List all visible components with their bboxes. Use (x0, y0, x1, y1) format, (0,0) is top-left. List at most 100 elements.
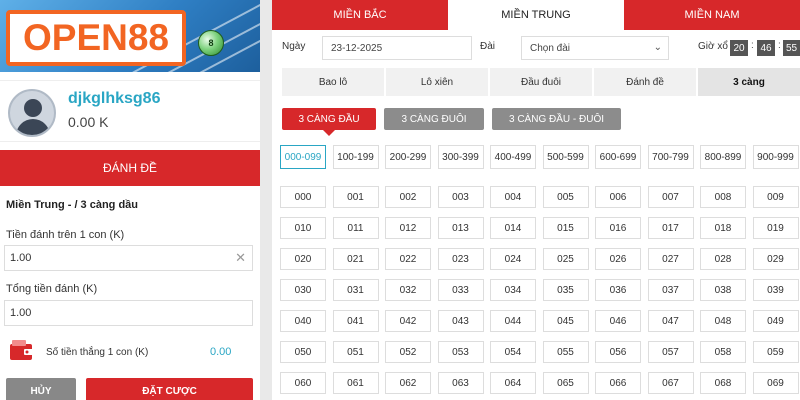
number-cell[interactable]: 006 (595, 186, 641, 208)
number-cell[interactable]: 042 (385, 310, 431, 332)
number-cell[interactable]: 025 (542, 248, 589, 270)
number-cell[interactable]: 007 (647, 186, 694, 208)
range-tab[interactable]: 900-999 (752, 145, 799, 169)
number-cell[interactable]: 051 (332, 341, 379, 363)
number-cell[interactable]: 063 (437, 372, 484, 394)
range-tab[interactable]: 500-599 (542, 145, 589, 169)
number-cell[interactable]: 030 (280, 279, 326, 301)
number-cell[interactable]: 027 (647, 248, 694, 270)
number-cell[interactable]: 039 (752, 279, 799, 301)
number-cell[interactable]: 046 (595, 310, 641, 332)
number-cell[interactable]: 058 (700, 341, 746, 363)
stake-value: 1.00 (10, 252, 32, 264)
tab-3-cang-dau-duoi[interactable]: 3 CÀNG ĐẦU - ĐUÔI (492, 108, 621, 130)
number-cell[interactable]: 012 (385, 217, 431, 239)
number-cell[interactable]: 069 (752, 372, 799, 394)
number-cell[interactable]: 060 (280, 372, 326, 394)
brand-logo[interactable]: OPEN88 (6, 10, 186, 66)
number-cell[interactable]: 056 (595, 341, 641, 363)
number-cell[interactable]: 068 (700, 372, 746, 394)
number-cell[interactable]: 028 (700, 248, 746, 270)
date-field[interactable]: 23-12-2025 (322, 36, 472, 60)
number-cell[interactable]: 061 (332, 372, 379, 394)
tab-3-cang[interactable]: 3 càng (698, 68, 800, 96)
tab-bao-lo[interactable]: Bao lô (282, 68, 384, 96)
tab-danh-de[interactable]: Đánh đề (594, 68, 696, 96)
number-cell[interactable]: 011 (332, 217, 379, 239)
range-tab[interactable]: 000-099 (280, 145, 326, 169)
range-tab[interactable]: 800-899 (700, 145, 746, 169)
range-tab[interactable]: 100-199 (332, 145, 379, 169)
range-tab[interactable]: 700-799 (647, 145, 694, 169)
range-tab[interactable]: 400-499 (490, 145, 536, 169)
tab-mien-nam[interactable]: MIỀN NAM (624, 0, 800, 30)
range-tab[interactable]: 300-399 (437, 145, 484, 169)
number-cell[interactable]: 002 (385, 186, 431, 208)
tab-mien-bac[interactable]: MIỀN BẮC (272, 0, 448, 30)
number-cell[interactable]: 041 (332, 310, 379, 332)
number-cell[interactable]: 008 (700, 186, 746, 208)
number-cell[interactable]: 053 (437, 341, 484, 363)
range-tab[interactable]: 200-299 (385, 145, 431, 169)
number-cell[interactable]: 019 (752, 217, 799, 239)
number-cell[interactable]: 052 (385, 341, 431, 363)
number-cell[interactable]: 040 (280, 310, 326, 332)
number-cell[interactable]: 057 (647, 341, 694, 363)
total-input[interactable]: 1.00 (4, 300, 253, 326)
number-cell[interactable]: 004 (490, 186, 536, 208)
number-cell[interactable]: 013 (437, 217, 484, 239)
number-cell[interactable]: 047 (647, 310, 694, 332)
number-cell[interactable]: 031 (332, 279, 379, 301)
number-cell[interactable]: 017 (647, 217, 694, 239)
number-cell[interactable]: 037 (647, 279, 694, 301)
number-cell[interactable]: 005 (542, 186, 589, 208)
number-cell[interactable]: 048 (700, 310, 746, 332)
number-cell[interactable]: 067 (647, 372, 694, 394)
number-cell[interactable]: 036 (595, 279, 641, 301)
number-cell[interactable]: 049 (752, 310, 799, 332)
tab-lo-xien[interactable]: Lô xiên (386, 68, 488, 96)
number-cell[interactable]: 018 (700, 217, 746, 239)
tab-3-cang-duoi[interactable]: 3 CÀNG ĐUÔI (384, 108, 484, 130)
number-cell[interactable]: 014 (490, 217, 536, 239)
cancel-button[interactable]: HỦY (6, 378, 76, 400)
range-tab[interactable]: 600-699 (595, 145, 641, 169)
number-cell[interactable]: 062 (385, 372, 431, 394)
number-cell[interactable]: 050 (280, 341, 326, 363)
number-cell[interactable]: 023 (437, 248, 484, 270)
station-select[interactable]: Chọn đài ⌄ (521, 36, 669, 60)
number-cell[interactable]: 038 (700, 279, 746, 301)
number-cell[interactable]: 035 (542, 279, 589, 301)
number-cell[interactable]: 015 (542, 217, 589, 239)
number-cell[interactable]: 024 (490, 248, 536, 270)
place-bet-button[interactable]: ĐẶT CƯỢC (86, 378, 253, 400)
number-cell[interactable]: 055 (542, 341, 589, 363)
number-cell[interactable]: 003 (437, 186, 484, 208)
number-cell[interactable]: 032 (385, 279, 431, 301)
number-cell[interactable]: 065 (542, 372, 589, 394)
tab-mien-trung[interactable]: MIỀN TRUNG (448, 0, 624, 30)
number-cell[interactable]: 045 (542, 310, 589, 332)
number-cell[interactable]: 066 (595, 372, 641, 394)
number-cell[interactable]: 044 (490, 310, 536, 332)
number-cell[interactable]: 009 (752, 186, 799, 208)
number-cell[interactable]: 021 (332, 248, 379, 270)
number-cell[interactable]: 034 (490, 279, 536, 301)
number-cell[interactable]: 033 (437, 279, 484, 301)
number-cell[interactable]: 010 (280, 217, 326, 239)
tab-3-cang-dau[interactable]: 3 CÀNG ĐẦU (282, 108, 376, 130)
number-cell[interactable]: 000 (280, 186, 326, 208)
number-cell[interactable]: 026 (595, 248, 641, 270)
stake-input[interactable]: 1.00 ✕ (4, 245, 253, 271)
number-cell[interactable]: 059 (752, 341, 799, 363)
number-cell[interactable]: 001 (332, 186, 379, 208)
number-cell[interactable]: 020 (280, 248, 326, 270)
clear-icon[interactable]: ✕ (235, 250, 246, 266)
number-cell[interactable]: 054 (490, 341, 536, 363)
number-cell[interactable]: 029 (752, 248, 799, 270)
number-cell[interactable]: 016 (595, 217, 641, 239)
number-cell[interactable]: 043 (437, 310, 484, 332)
number-cell[interactable]: 064 (490, 372, 536, 394)
number-cell[interactable]: 022 (385, 248, 431, 270)
tab-dau-duoi[interactable]: Đầu đuôi (490, 68, 592, 96)
